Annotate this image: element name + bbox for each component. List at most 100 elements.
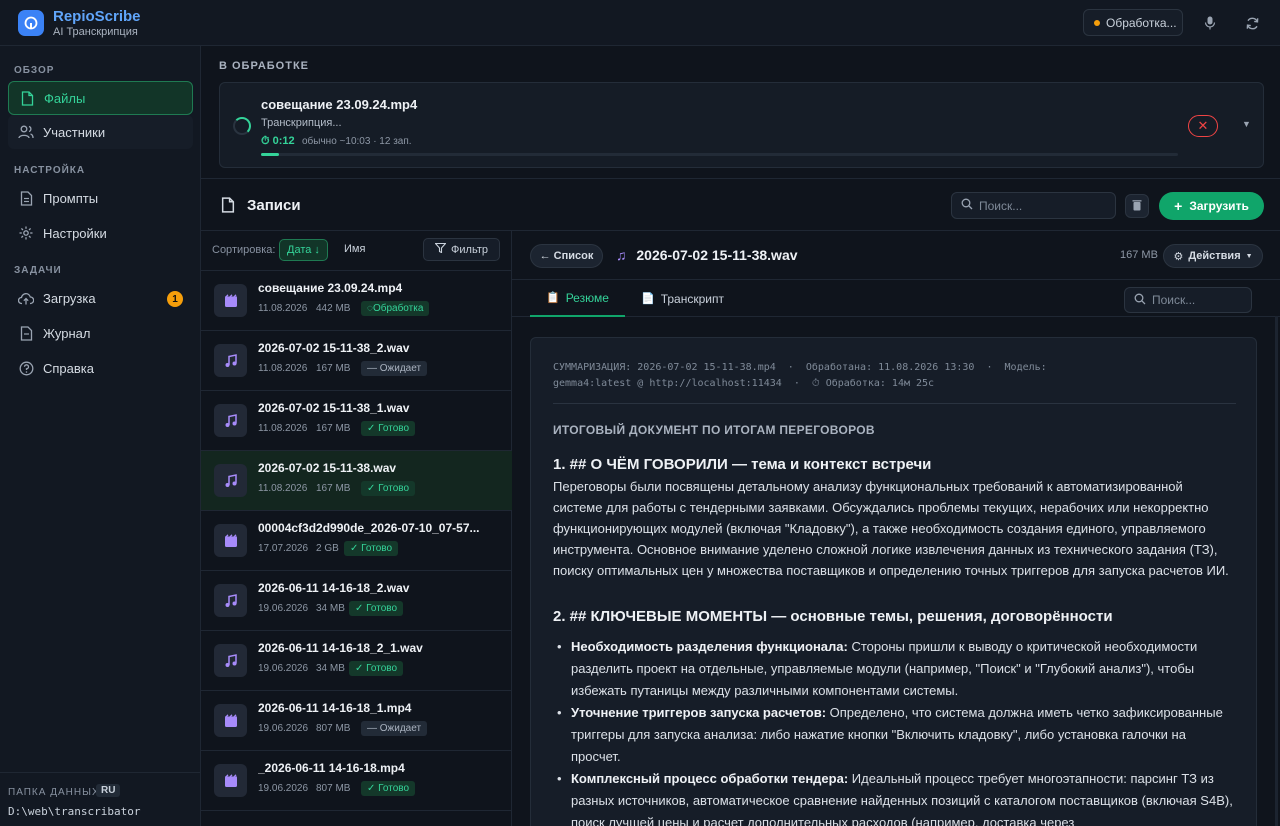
document-icon bbox=[18, 190, 34, 206]
top-bar: RepioScribe AI Транскрипция Обработка... bbox=[0, 0, 1280, 46]
file-icon bbox=[19, 90, 35, 106]
status-badge-label: ✓ Готово bbox=[367, 483, 410, 494]
actions-button[interactable]: ⚙ Действия ▼ bbox=[1163, 244, 1263, 268]
file-name: 2026-07-02 15-11-38_1.wav bbox=[258, 401, 410, 415]
audio-note-icon: ♫ bbox=[616, 247, 627, 263]
status-badge: ✓ Готово bbox=[349, 601, 404, 616]
file-list-item[interactable]: 2026-06-11 14-16-18_1.mp4 19.06.2026 807 M… bbox=[201, 691, 512, 751]
content-scrollbar[interactable] bbox=[1275, 316, 1278, 826]
log-icon bbox=[18, 325, 34, 341]
content-search[interactable] bbox=[1124, 287, 1252, 313]
divider bbox=[553, 403, 1236, 404]
trash-icon bbox=[1132, 199, 1142, 214]
file-size: 167 MB bbox=[316, 483, 351, 494]
tab-label: Резюме bbox=[565, 290, 609, 305]
sidebar-item-label: Журнал bbox=[43, 325, 91, 341]
records-title: Записи bbox=[247, 197, 301, 214]
detail-tabs: 📋 Резюме 📄 Транскрипт bbox=[512, 279, 1280, 317]
tab-label: Транскрипт bbox=[660, 291, 724, 306]
status-badge-label: Обработка bbox=[372, 303, 424, 314]
refresh-icon[interactable] bbox=[1241, 12, 1263, 34]
sidebar-item-settings[interactable]: Настройки bbox=[8, 216, 193, 250]
data-folder-label: ПАПКА ДАННЫХ bbox=[8, 787, 100, 798]
file-list-item[interactable]: 2026-07-02 15-11-38_2.wav 11.08.2026 167 M… bbox=[201, 331, 512, 391]
status-badge-label: ✓ Готово bbox=[367, 423, 410, 434]
video-file-icon bbox=[214, 764, 247, 797]
sidebar-item-log[interactable]: Журнал bbox=[8, 316, 193, 350]
back-to-list-button[interactable]: ← Список bbox=[530, 244, 603, 268]
upload-button[interactable]: + Загрузить bbox=[1159, 192, 1264, 220]
sidebar-item-upload[interactable]: Загрузка 1 bbox=[8, 281, 193, 315]
app-logo-icon bbox=[18, 10, 44, 36]
summary-meta-line-2: gemma4:latest @ http://localhost:11434 ·… bbox=[553, 378, 935, 389]
records-search[interactable] bbox=[951, 192, 1116, 219]
file-name: 2026-06-11 14-16-18_1.mp4 bbox=[258, 701, 412, 715]
key-points-list: Необходимость разделения функционала: Ст… bbox=[553, 636, 1233, 826]
sidebar-item-label: Промпты bbox=[43, 190, 99, 206]
delete-button[interactable] bbox=[1125, 194, 1149, 218]
file-date: 19.06.2026 bbox=[258, 723, 309, 734]
sort-by-name-button[interactable]: Имя bbox=[344, 243, 365, 255]
processing-status-button[interactable]: Обработка... bbox=[1083, 9, 1183, 36]
file-name: 2026-06-11 14-16-18_2.wav bbox=[258, 581, 410, 595]
sidebar-item-files[interactable]: Файлы bbox=[8, 81, 193, 115]
processing-file-name: совещание 23.09.24.mp4 bbox=[261, 97, 418, 112]
users-icon bbox=[18, 124, 34, 140]
search-icon bbox=[1134, 293, 1146, 308]
records-search-input[interactable] bbox=[979, 198, 1099, 213]
app-subtitle: AI Транскрипция bbox=[53, 26, 138, 38]
file-name: совещание 23.09.24.mp4 bbox=[258, 281, 403, 295]
file-list-item[interactable]: _2026-06-11 14-16-18.mp4 19.06.2026 807 MB… bbox=[201, 751, 512, 811]
sort-by-date-button[interactable]: Дата ↓ bbox=[279, 239, 328, 261]
sidebar-item-label: Участники bbox=[43, 124, 106, 140]
chevron-down-icon: ▼ bbox=[1245, 252, 1253, 260]
processing-elapsed-value: 0:12 bbox=[272, 135, 295, 147]
sidebar-item-help[interactable]: Справка bbox=[8, 351, 193, 385]
cancel-processing-button[interactable]: ✕ bbox=[1188, 115, 1218, 137]
status-badge: ◌ Обработка bbox=[361, 301, 430, 316]
search-icon bbox=[961, 198, 973, 213]
chevron-down-icon[interactable]: ▼ bbox=[1242, 119, 1251, 129]
status-label: Обработка... bbox=[1106, 15, 1177, 30]
plus-icon: + bbox=[1174, 198, 1183, 214]
status-badge: ✓ Готово bbox=[349, 661, 404, 676]
detail-file-size: 167 MB bbox=[1120, 249, 1158, 261]
file-list-item[interactable]: 2026-06-11 14-16-18_2.wav 19.06.2026 34 MB… bbox=[201, 571, 512, 631]
language-badge[interactable]: RU bbox=[96, 784, 121, 797]
sidebar-item-prompts[interactable]: Промпты bbox=[8, 181, 193, 215]
gear-icon: ⚙ bbox=[1173, 250, 1184, 263]
status-badge-label: ✓ Готово bbox=[367, 783, 410, 794]
status-badge-label: — Ожидает bbox=[367, 723, 422, 734]
status-badge: ✓ Готово bbox=[361, 421, 416, 436]
actions-label: Действия bbox=[1188, 250, 1241, 262]
upload-count-badge: 1 bbox=[167, 291, 183, 307]
records-toolbar: Записи + Загрузить bbox=[201, 178, 1280, 230]
filter-button[interactable]: Фильтр bbox=[423, 238, 500, 261]
key-point-title: Уточнение триггеров запуска расчетов: bbox=[571, 705, 827, 720]
file-list-item[interactable]: 2026-07-02 15-11-38_1.wav 11.08.2026 167 M… bbox=[201, 391, 512, 451]
summary-content: СУММАРИЗАЦИЯ: 2026-07-02 15-11-38.mp4 · … bbox=[530, 337, 1257, 826]
status-badge-label: — Ожидает bbox=[367, 363, 422, 374]
sidebar-item-participants[interactable]: Участники bbox=[8, 115, 193, 149]
key-point-item: Комплексный процесс обработки тендера: И… bbox=[553, 768, 1233, 826]
tab-transcript[interactable]: 📄 Транскрипт bbox=[625, 280, 740, 317]
file-list-item[interactable]: 00004cf3d2d990de_2026-07-10_07-57... 17.0… bbox=[201, 511, 512, 571]
key-point-item: Уточнение триггеров запуска расчетов: Оп… bbox=[553, 702, 1233, 768]
file-date: 17.07.2026 bbox=[258, 543, 309, 554]
file-size: 2 GB bbox=[316, 543, 339, 554]
file-list-item[interactable]: 2026-06-11 14-16-18_2_1.wav 19.06.2026 34 … bbox=[201, 631, 512, 691]
processing-card: совещание 23.09.24.mp4 Транскрипция... ⏱… bbox=[219, 82, 1264, 168]
audio-file-icon bbox=[214, 464, 247, 497]
sidebar-section-tasks: ЗАДАЧИ bbox=[14, 265, 62, 276]
audio-file-icon bbox=[214, 344, 247, 377]
content-search-input[interactable] bbox=[1152, 293, 1242, 307]
file-date: 19.06.2026 bbox=[258, 663, 309, 674]
file-list-item[interactable]: 2026-07-02 15-11-38.wav 11.08.2026 167 MB ✓… bbox=[201, 451, 512, 511]
file-size: 34 MB bbox=[316, 663, 345, 674]
tab-summary[interactable]: 📋 Резюме bbox=[530, 280, 625, 317]
microphone-icon[interactable] bbox=[1199, 12, 1221, 34]
file-list-item[interactable]: совещание 23.09.24.mp4 11.08.2026 442 MB ◌ … bbox=[201, 271, 512, 331]
processing-meta: обычно ~10:03 · 12 зап. bbox=[302, 136, 412, 147]
status-badge: ✓ Готово bbox=[361, 481, 416, 496]
processing-progress-fill bbox=[261, 153, 280, 156]
